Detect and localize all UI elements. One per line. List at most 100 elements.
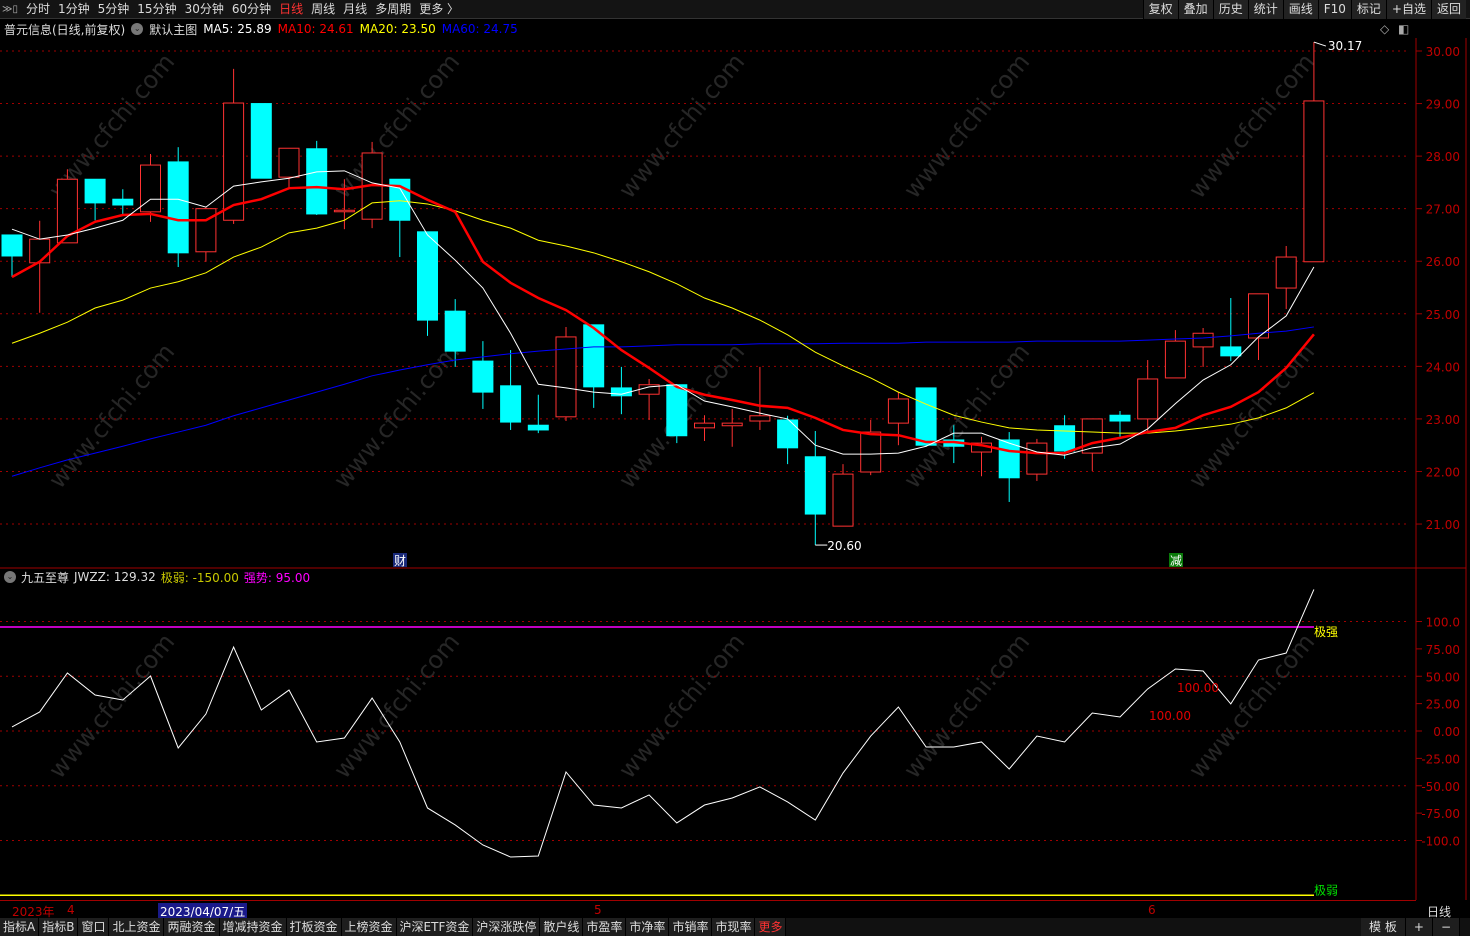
candle [555,326,577,422]
candle-body [1275,256,1297,289]
indicator-tick-label: 100.0 [1426,616,1460,630]
candle [1164,330,1186,379]
price-tick-label: 28.00 [1426,150,1460,164]
month-4-label: 4 [67,903,75,917]
candle [223,68,245,224]
strong-label: 极强 [1314,625,1338,639]
candle [971,436,992,477]
value-note: 100.00 [1149,709,1191,723]
indicator-tab[interactable]: 市现率 [712,918,756,936]
indicator-tab[interactable]: 指标B [39,918,79,936]
candle-body [84,178,106,204]
candle [250,103,272,179]
candle-body [1109,414,1131,422]
price-tick-label: 26.00 [1426,255,1460,269]
high-pointer [1313,41,1327,47]
candle-body [1026,442,1048,475]
price-tick-label: 22.00 [1426,465,1460,479]
candle [804,431,826,546]
candle [1026,438,1048,481]
watermark: www.cfchi.com [43,628,180,784]
indicator-tab[interactable]: 更多 [755,918,787,936]
watermark: www.cfchi.com [898,628,1035,784]
candle [1248,293,1269,361]
candle [998,432,1020,502]
candle [777,415,799,465]
price-tick-label: 25.00 [1426,308,1460,322]
candle [1192,327,1214,367]
candle [500,350,522,430]
indicator-tick-label: -50.00 [1421,780,1460,794]
indicator-tab[interactable]: 指标A [0,918,40,936]
candle [610,366,632,415]
candle [749,366,771,430]
candle [167,147,189,268]
high-price-label: 30.17 [1328,39,1362,53]
zoom-in-button[interactable]: + [1405,918,1433,936]
indicator-tick-label: 50.00 [1426,670,1460,684]
indicator-tick-label: 75.00 [1426,643,1460,657]
candle-body [887,398,909,424]
indicator-tick-label: 0.00 [1433,725,1460,739]
candle [417,231,438,336]
candle-body [112,198,134,206]
indicator-tab[interactable]: 沪深涨跌停 [473,918,541,936]
indicator-tab[interactable]: 窗口 [78,918,110,936]
candle [140,154,161,222]
watermark: www.cfchi.com [613,48,750,204]
candle-body [1054,425,1076,452]
candle-body [278,147,300,178]
candle-body [500,385,522,423]
candle [112,189,134,214]
candle [472,341,494,409]
template-button[interactable]: 模 板 [1361,918,1406,936]
indicator-tab[interactable]: 市净率 [626,918,670,936]
indicator-tab[interactable]: 市销率 [669,918,713,936]
zoom-out-button[interactable]: − [1432,918,1460,936]
candle-body [1303,100,1325,263]
candle [1220,298,1242,362]
indicator-tab[interactable]: 北上资金 [109,918,165,936]
candle [84,178,106,221]
candle-body [1220,346,1242,357]
candle-body [29,238,51,264]
candle-body [804,456,826,515]
indicator-tab[interactable]: 市盈率 [583,918,627,936]
indicator-tab[interactable]: 增减持资金 [219,918,287,936]
indicator-legend: ⌄ 九五至尊 JWZZ: 129.32 极弱: -150.00 强势: 95.0… [4,569,310,585]
candle [583,324,605,408]
candle-body [1164,340,1186,379]
indicator-dropdown-icon[interactable]: ⌄ [4,571,16,583]
indicator-tab[interactable]: 散户线 [540,918,584,936]
indicator-tab[interactable]: 打板资金 [286,918,342,936]
watermark: www.cfchi.com [43,338,180,494]
candle-body [721,422,743,427]
candle-body [749,415,771,422]
candle-body [417,231,438,321]
candle-body [306,148,328,215]
price-tick-label: 30.00 [1426,45,1460,59]
time-axis: 2023年 4 2023/04/07/五 5 6 [0,900,1416,920]
indicator-tab[interactable]: 沪深ETF资金 [396,918,474,936]
price-tick-label: 27.00 [1426,203,1460,217]
weak-value: 极弱: -150.00 [160,570,239,585]
indicator-tick-label: 25.00 [1426,698,1460,712]
candle [860,419,882,476]
event-marker: 财 [394,554,406,568]
price-tick-label: 24.00 [1426,360,1460,374]
candle-body [527,424,549,431]
candle-body [694,422,715,429]
candle-body [444,310,466,352]
watermark: www.cfchi.com [1183,48,1320,204]
indicator-name[interactable]: 九五至尊 [21,569,69,586]
indicator-tab[interactable]: 上榜资金 [341,918,397,936]
candle-body [1,234,23,257]
candle-body [472,360,494,393]
month-6-label: 6 [1148,903,1156,917]
weak-label: 极弱 [1314,883,1338,897]
watermark: www.cfchi.com [328,628,465,784]
jwzz-value: JWZZ: 129.32 [74,570,156,584]
indicator-tab[interactable]: 两融资金 [164,918,220,936]
kline-chart[interactable]: www.cfchi.com www.cfchi.com www.cfchi.com w… [0,0,1470,936]
indicator-tick-label: -75.00 [1421,807,1460,821]
